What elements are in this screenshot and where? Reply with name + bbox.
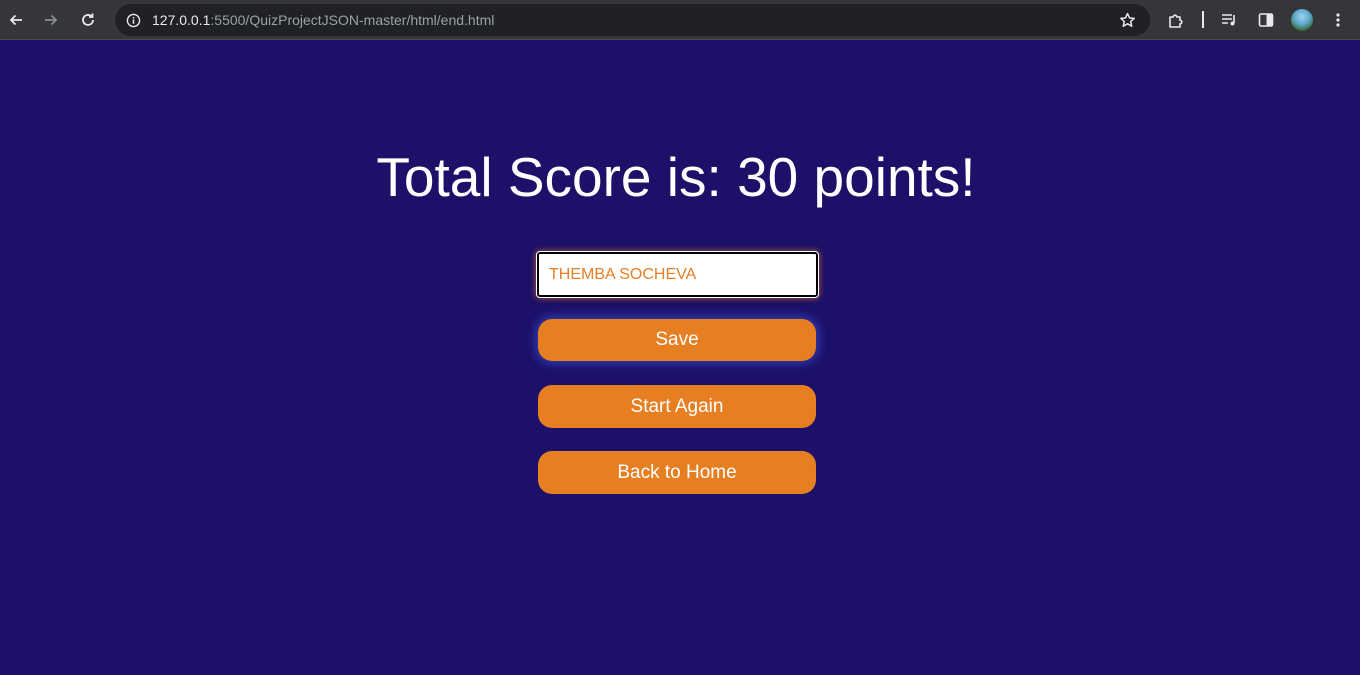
- username-input[interactable]: [536, 251, 819, 298]
- bookmark-button[interactable]: [1118, 11, 1136, 29]
- media-queue-icon: [1222, 14, 1235, 26]
- url-text[interactable]: 127.0.0.1:5500/QuizProjectJSON-master/ht…: [152, 4, 494, 36]
- more-menu-icon: [1336, 13, 1340, 27]
- extensions-icon: [1169, 14, 1183, 28]
- bookmark-star-icon: [1119, 12, 1135, 27]
- back-button[interactable]: [2, 6, 30, 34]
- forward-button[interactable]: [37, 6, 65, 34]
- url-host: 127.0.0.1: [152, 12, 211, 28]
- more-menu-button[interactable]: [1326, 8, 1350, 32]
- back-to-home-button[interactable]: Back to Home: [538, 451, 816, 494]
- final-score-heading: Total Score is: 30 points!: [376, 146, 976, 208]
- side-panel-icon: [1258, 13, 1274, 27]
- end-page: Total Score is: 30 points! Save Start Ag…: [0, 41, 1360, 675]
- site-info-icon: [126, 13, 140, 27]
- url-path: :5500/QuizProjectJSON-master/html/end.ht…: [210, 12, 495, 28]
- side-panel-button[interactable]: [1254, 8, 1278, 32]
- profile-avatar[interactable]: [1291, 9, 1313, 31]
- media-button[interactable]: [1217, 8, 1241, 32]
- address-bar[interactable]: 127.0.0.1:5500/QuizProjectJSON-master/ht…: [115, 4, 1150, 36]
- start-again-button[interactable]: Start Again: [538, 385, 816, 428]
- reload-icon: [82, 13, 94, 26]
- site-info-button[interactable]: [121, 8, 145, 32]
- forward-arrow-icon: [45, 14, 58, 26]
- back-arrow-icon: [9, 14, 22, 26]
- browser-toolbar: 127.0.0.1:5500/QuizProjectJSON-master/ht…: [0, 0, 1360, 40]
- save-button[interactable]: Save: [538, 319, 816, 361]
- extensions-button[interactable]: [1164, 8, 1188, 32]
- toolbar-divider: [1202, 11, 1204, 28]
- reload-button[interactable]: [74, 6, 102, 34]
